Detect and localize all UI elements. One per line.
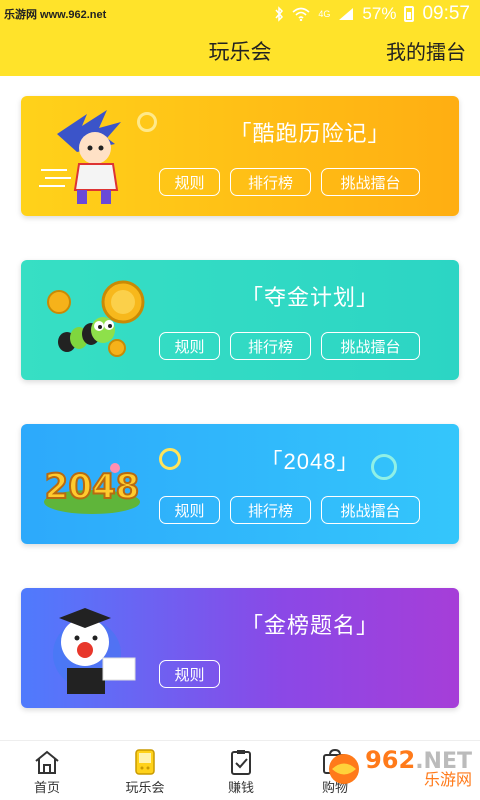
- graduate-bear-illustration: [53, 608, 136, 694]
- nav-item-earn[interactable]: 赚钱: [206, 749, 276, 796]
- nav-label: 玩乐会: [125, 780, 165, 795]
- card-title: 「金榜题名」: [240, 613, 379, 638]
- game-card-parkour[interactable]: 「酷跑历险记」 规则 排行榜 挑战擂台: [21, 96, 459, 216]
- card-title: 「夺金计划」: [240, 285, 379, 310]
- watermark-suffix: .NET: [415, 749, 472, 774]
- status-icons: 4G 57% 09:57: [274, 3, 470, 25]
- battery-percent: 57%: [362, 4, 397, 23]
- leaderboard-button[interactable]: 排行榜: [230, 168, 311, 196]
- nav-item-home[interactable]: 首页: [12, 749, 82, 796]
- card-actions: 规则: [159, 660, 220, 688]
- card-title: 「酷跑历险记」: [229, 121, 391, 146]
- globe-logo-icon: [329, 753, 360, 784]
- challenge-arena-button[interactable]: 挑战擂台: [321, 496, 420, 524]
- rules-button[interactable]: 规则: [159, 332, 220, 360]
- leaderboard-button[interactable]: 排行榜: [230, 332, 311, 360]
- game-console-icon: [135, 749, 155, 775]
- wifi-icon: [292, 7, 310, 21]
- leaderboard-button[interactable]: 排行榜: [230, 496, 311, 524]
- nav-label: 首页: [33, 780, 60, 795]
- game-card-2048[interactable]: 2048 「2048」 规则 排行榜 挑战擂台: [21, 424, 459, 544]
- game-2048-logo: 2048: [44, 463, 140, 514]
- status-bar: 乐游网 www.962.net 4G 57% 09:57: [0, 0, 480, 28]
- clock: 09:57: [422, 3, 470, 24]
- challenge-arena-button[interactable]: 挑战擂台: [321, 332, 420, 360]
- my-arena-link[interactable]: 我的擂台: [386, 36, 466, 65]
- watermark-number: 962: [365, 746, 416, 774]
- nav-item-play-club[interactable]: 玩乐会: [110, 749, 180, 796]
- card-actions: 规则 排行榜 挑战擂台: [159, 496, 420, 524]
- watermark-sub: 乐游网: [423, 772, 472, 789]
- challenge-arena-button[interactable]: 挑战擂台: [321, 168, 420, 196]
- battery-icon: [404, 6, 415, 22]
- nav-label: 赚钱: [227, 780, 254, 795]
- game-card-gold-list[interactable]: 「金榜题名」 规则: [21, 588, 459, 708]
- card-title: 「2048」: [260, 449, 360, 474]
- game-2048-logo-text: 2048: [45, 467, 140, 507]
- site-watermark-logo: 962 .NET 乐游网: [327, 748, 472, 789]
- game-card-gold-grab[interactable]: 「夺金计划」 规则 排行榜 挑战擂台: [21, 260, 459, 380]
- card-actions: 规则 排行榜 挑战擂台: [159, 168, 420, 196]
- rules-button[interactable]: 规则: [159, 168, 220, 196]
- bluetooth-icon: [275, 6, 284, 22]
- decor-ring: [137, 112, 157, 132]
- gold-coins-worm-illustration: [47, 280, 145, 357]
- app-header: 玩乐会 我的擂台: [0, 28, 480, 76]
- home-icon: [35, 750, 59, 774]
- rules-button[interactable]: 规则: [159, 660, 220, 688]
- signal-icon: [339, 8, 354, 20]
- status-source-text: 乐游网 www.962.net: [4, 9, 107, 21]
- clipboard-check-icon: [231, 750, 251, 775]
- card-actions: 规则 排行榜 挑战擂台: [159, 332, 420, 360]
- runner-character-illustration: [39, 110, 121, 204]
- network-label: 4G: [318, 9, 331, 19]
- rules-button[interactable]: 规则: [159, 496, 220, 524]
